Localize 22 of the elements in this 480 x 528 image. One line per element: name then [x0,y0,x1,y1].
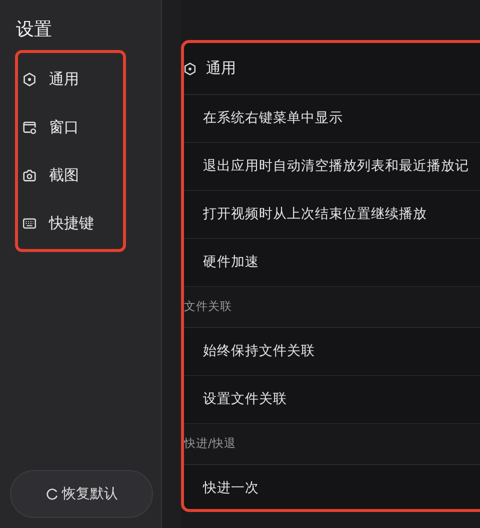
hexagon-icon [22,72,37,86]
hexagon-icon [184,62,197,76]
window-icon [22,120,37,134]
setting-item[interactable]: 退出应用时自动清空播放列表和最近播放记 [203,156,469,177]
sidebar-item[interactable]: 通用 [18,55,123,103]
section-label: 文件关联 [184,298,232,316]
reset-button[interactable]: 恢复默认 [10,470,153,518]
sidebar-item[interactable]: 截图 [18,151,123,199]
section-header: 通用 [206,58,236,80]
camera-icon [22,168,37,182]
sidebar-item[interactable]: 窗口 [18,103,123,151]
keyboard-icon [22,216,37,230]
setting-item[interactable]: 设置文件关联 [203,389,287,410]
setting-item[interactable]: 始终保持文件关联 [203,341,315,362]
setting-item[interactable]: 硬件加速 [203,252,259,273]
section-label: 快进/快退 [184,435,236,452]
refresh-icon [45,487,59,501]
setting-item[interactable]: 在系统右键菜单中显示 [203,108,343,129]
setting-item[interactable]: 快进一次 [203,478,259,499]
sidebar-item[interactable]: 快捷键 [18,199,123,247]
sidebar-title: 设置 [16,18,53,42]
setting-item[interactable]: 打开视频时从上次结束位置继续播放 [203,204,427,225]
